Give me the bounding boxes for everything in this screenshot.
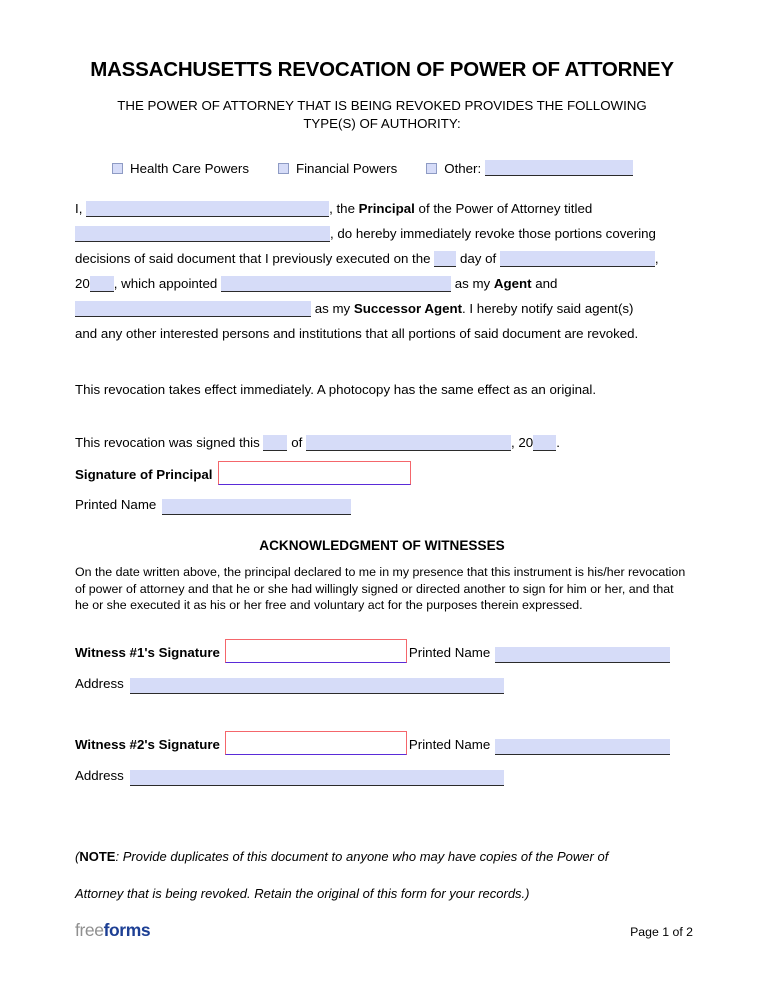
witness-2-address-row: Address <box>75 766 689 787</box>
agent-name-input[interactable] <box>221 276 451 293</box>
note-block: (NOTE: Provide duplicates of this docume… <box>75 786 689 912</box>
signed-date-row: This revocation was signed this of , 20. <box>75 402 689 455</box>
checkbox-label-financial-powers: Financial Powers <box>295 160 398 176</box>
witness-2-printed-name-label: Printed Name <box>408 737 491 753</box>
successor-agent-input[interactable] <box>75 301 311 318</box>
witness-2-signature-input[interactable] <box>224 731 407 756</box>
witness-2-address-label: Address <box>75 768 124 784</box>
signed-year-input[interactable] <box>533 435 557 452</box>
logo-text-forms: forms <box>103 920 151 940</box>
line1-post: , the <box>329 201 355 217</box>
line4-bold-agent: Agent <box>493 276 532 292</box>
revocation-paragraph: I, , the Principal of the Power of Attor… <box>75 176 689 346</box>
document-body: MASSACHUSETTS REVOCATION OF POWER OF ATT… <box>75 0 689 912</box>
witness-1-address-input[interactable] <box>129 678 504 695</box>
witness-2-signature-row: Witness #2's Signature Printed Name <box>75 731 689 756</box>
witness-1-address-row: Address <box>75 674 689 695</box>
principal-printed-name-label: Printed Name <box>75 497 157 513</box>
signed-prefix: This revocation was signed this <box>75 435 260 451</box>
line1-prefix: I, <box>75 201 83 217</box>
line4-tail: and <box>535 276 558 292</box>
note-line-2: Attorney that is being revoked. Retain t… <box>75 886 530 902</box>
authority-types-row: Health Care Powers Financial Powers Othe… <box>75 134 689 177</box>
note-line-1-text: : Provide duplicates of this document to… <box>115 849 609 865</box>
principal-signature-row: Signature of Principal <box>75 461 689 486</box>
signed-year-prefix: 20 <box>518 435 534 451</box>
paragraph-line-5: as my Successor Agent. I hereby notify s… <box>75 296 689 321</box>
line1-tail: of the Power of Attorney titled <box>418 201 593 217</box>
logo-text-free: free <box>75 920 104 940</box>
checkbox-other[interactable] <box>426 162 438 174</box>
paragraph-line-4: 20 , which appointed as my Agent and <box>75 271 689 296</box>
line4-year-prefix: 20 <box>75 276 90 292</box>
line3-mid: day of <box>459 251 497 267</box>
principal-signature-label: Signature of Principal <box>75 467 213 483</box>
poa-title-input[interactable] <box>75 226 330 243</box>
acknowledgment-heading: ACKNOWLEDGMENT OF WITNESSES <box>259 538 505 554</box>
page-number: Page 1 of 2 <box>630 925 693 939</box>
line4-tail-pre: as my <box>454 276 491 292</box>
checkbox-financial-powers[interactable] <box>277 162 289 174</box>
signed-comma: , <box>510 435 515 451</box>
execution-day-input[interactable] <box>434 251 457 268</box>
witness-1-signature-input[interactable] <box>224 639 407 664</box>
acknowledgment-text: On the date written above, the principal… <box>75 565 686 612</box>
line3-comma: , <box>654 251 659 267</box>
principal-name-input[interactable] <box>86 201 330 218</box>
line4-mid: , which appointed <box>113 276 218 292</box>
other-authority-input[interactable] <box>485 160 634 177</box>
checkbox-label-other: Other: <box>444 160 482 176</box>
signed-period: . <box>556 435 560 451</box>
paragraph-line-1: I, , the Principal of the Power of Attor… <box>75 196 689 221</box>
principal-printed-name-row: Printed Name <box>75 495 689 516</box>
principal-signature-input[interactable] <box>218 461 412 486</box>
line2-post: , do hereby immediately revoke those por… <box>330 226 656 242</box>
witness-1-signature-label: Witness #1's Signature <box>75 645 220 661</box>
paragraph-line-3: decisions of said document that I previo… <box>75 246 689 271</box>
line3-prefix: decisions of said document that I previo… <box>75 251 431 267</box>
line1-bold-principal: Principal <box>358 201 415 217</box>
witness-1-printed-name-label: Printed Name <box>408 645 491 661</box>
effect-statement: This revocation takes effect immediately… <box>75 382 597 398</box>
witness-2-printed-name-input[interactable] <box>495 739 671 756</box>
witness-1-printed-name-input[interactable] <box>495 647 671 664</box>
paragraph-line-2: , do hereby immediately revoke those por… <box>75 221 689 246</box>
note-line-1: (NOTE: Provide duplicates of this docume… <box>75 838 689 875</box>
document-page: MASSACHUSETTS REVOCATION OF POWER OF ATT… <box>0 0 768 997</box>
line5-pre: as my <box>314 301 351 317</box>
page-title: MASSACHUSETTS REVOCATION OF POWER OF ATT… <box>90 58 674 81</box>
note-bold-label: NOTE <box>79 849 116 865</box>
witness-1-address-label: Address <box>75 676 124 692</box>
witness-1-signature-row: Witness #1's Signature Printed Name <box>75 639 689 664</box>
witness-2-address-input[interactable] <box>129 770 504 787</box>
execution-month-input[interactable] <box>499 251 655 268</box>
document-subtitle: THE POWER OF ATTORNEY THAT IS BEING REVO… <box>117 97 647 132</box>
page-footer: freeforms Page 1 of 2 <box>75 920 693 941</box>
witness-2-signature-label: Witness #2's Signature <box>75 737 220 753</box>
signed-mid: of <box>291 435 303 451</box>
checkbox-label-health-care-powers: Health Care Powers <box>130 160 249 176</box>
freeforms-logo: freeforms <box>75 920 151 941</box>
execution-year-input[interactable] <box>89 276 114 293</box>
signed-day-input[interactable] <box>263 435 288 452</box>
line5-post: . I hereby notify said agent(s) <box>462 301 634 317</box>
line5-bold-successor-agent: Successor Agent <box>353 301 463 317</box>
principal-printed-name-input[interactable] <box>162 499 352 516</box>
checkbox-health-care-powers[interactable] <box>112 162 123 174</box>
signed-month-input[interactable] <box>305 435 511 452</box>
paragraph-line-6: and any other interested persons and ins… <box>75 326 639 342</box>
